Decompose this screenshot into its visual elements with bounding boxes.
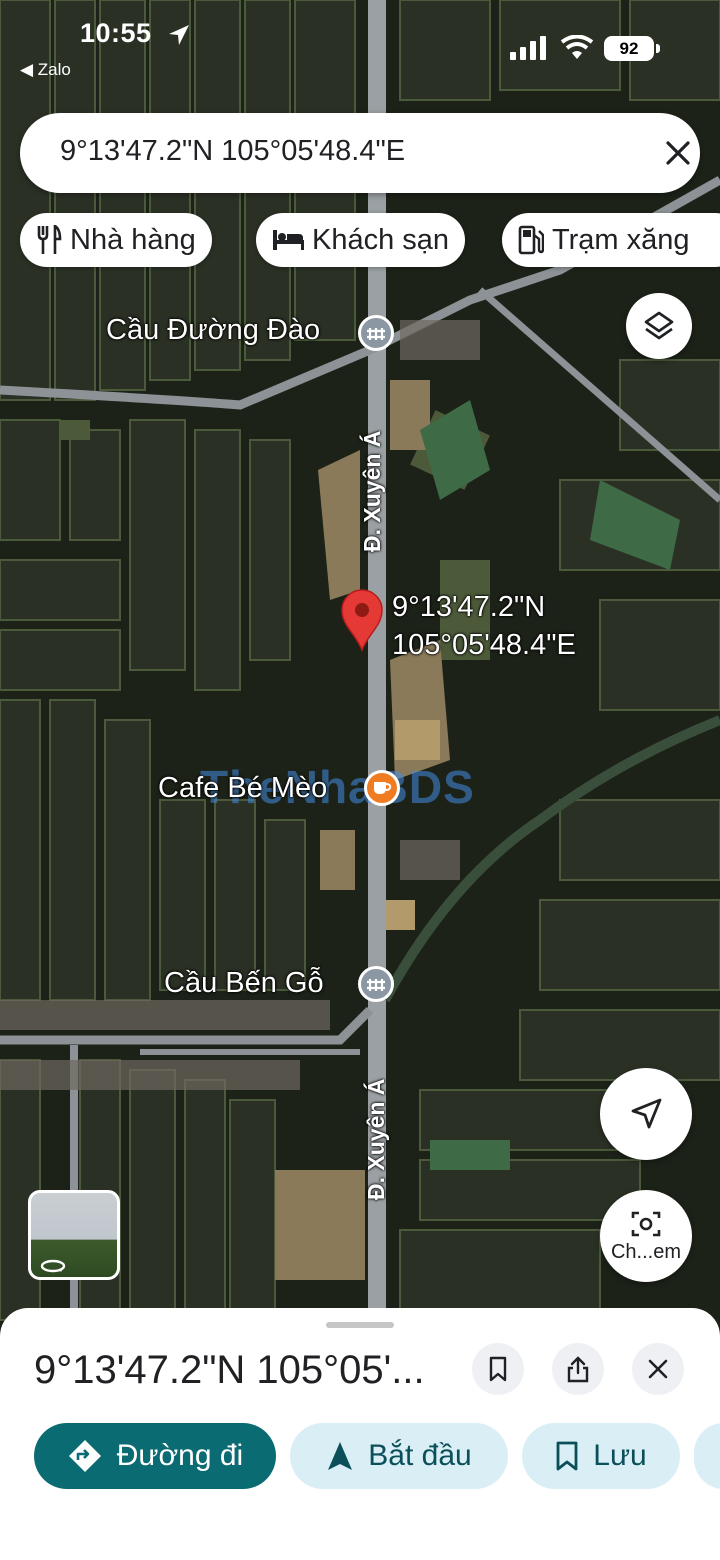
chip-hotels[interactable]: Khách sạn	[256, 213, 466, 267]
close-sheet-button[interactable]	[632, 1343, 684, 1395]
start-label: Bắt đầu	[368, 1439, 472, 1472]
rotate-360-icon	[40, 1259, 66, 1273]
sheet-grabber[interactable]	[326, 1322, 394, 1328]
lens-label: Ch...em	[610, 1240, 682, 1263]
street-view-thumbnail[interactable]	[28, 1190, 120, 1280]
pin-longitude: 105°05'48.4"E	[392, 629, 576, 661]
road-label-upper: Đ. Xuyên Á	[359, 430, 385, 552]
chip-label: Khách sạn	[312, 223, 450, 256]
battery-indicator: 92	[604, 36, 654, 61]
directions-button[interactable]: Đường đi	[34, 1423, 276, 1489]
chip-restaurants[interactable]: Nhà hàng	[20, 213, 212, 267]
save-icon-button[interactable]	[472, 1343, 524, 1395]
layers-icon	[644, 311, 674, 340]
back-to-app[interactable]: ◀ Zalo	[20, 60, 71, 80]
lens-button[interactable]: Ch...em	[600, 1190, 692, 1282]
cellular-signal-icon	[510, 36, 546, 60]
bookmark-icon	[556, 1441, 578, 1471]
navigate-icon	[328, 1442, 353, 1470]
pin-latitude: 9°13'47.2"N	[392, 591, 546, 623]
bridge-icon[interactable]	[358, 315, 394, 351]
save-button[interactable]: Lưu	[522, 1423, 680, 1489]
hotel-icon	[273, 230, 304, 250]
wifi-icon	[560, 35, 594, 59]
directions-icon	[68, 1440, 101, 1472]
chip-gas-stations[interactable]: Trạm xăng	[502, 213, 720, 267]
bridge-icon[interactable]	[358, 966, 394, 1002]
share-button[interactable]	[552, 1343, 604, 1395]
back-app-label: Zalo	[37, 60, 71, 79]
more-actions-button[interactable]	[694, 1423, 720, 1489]
my-location-button[interactable]	[600, 1068, 692, 1160]
start-button[interactable]: Bắt đầu	[290, 1423, 508, 1489]
status-time: 10:55	[80, 18, 152, 48]
place-label-bridge-1[interactable]: Cầu Đường Đào	[106, 314, 320, 347]
bridge-glyph	[367, 979, 385, 991]
chip-label: Nhà hàng	[70, 223, 196, 256]
search-bar[interactable]: 9°13'47.2"N 105°05'48.4"E	[20, 113, 700, 193]
place-bottom-sheet[interactable]: 9°13'47.2"N 105°05'... Đường đi Bắt đầu	[0, 1308, 720, 1560]
navigation-arrow-icon	[631, 1098, 662, 1129]
battery-tip	[656, 44, 660, 53]
close-icon	[648, 1359, 668, 1379]
chip-label: Trạm xăng	[552, 223, 690, 256]
layers-button[interactable]	[626, 293, 692, 359]
bridge-glyph	[367, 328, 385, 340]
road-label-lower: Đ. Xuyên Á	[363, 1078, 389, 1200]
place-label-bridge-2[interactable]: Cầu Bến Gỗ	[164, 967, 324, 1000]
place-label-cafe[interactable]: Cafe Bé Mèo	[158, 772, 327, 805]
directions-label: Đường đi	[116, 1439, 244, 1472]
gas-station-icon	[518, 225, 544, 255]
restaurant-icon	[37, 225, 62, 254]
search-query[interactable]: 9°13'47.2"N 105°05'48.4"E	[60, 135, 405, 168]
pin-coordinates: 9°13'47.2"N 105°05'48.4"E	[392, 588, 576, 664]
location-arrow-icon	[169, 25, 189, 45]
save-label: Lưu	[593, 1439, 647, 1472]
cafe-icon[interactable]	[364, 770, 400, 806]
location-pin-icon[interactable]	[340, 588, 384, 652]
camera-search-icon	[631, 1211, 661, 1236]
bookmark-icon	[489, 1356, 507, 1382]
cafe-glyph	[374, 782, 392, 794]
share-icon	[567, 1356, 589, 1383]
close-icon[interactable]	[658, 133, 698, 173]
sheet-title: 9°13'47.2"N 105°05'...	[34, 1348, 425, 1392]
